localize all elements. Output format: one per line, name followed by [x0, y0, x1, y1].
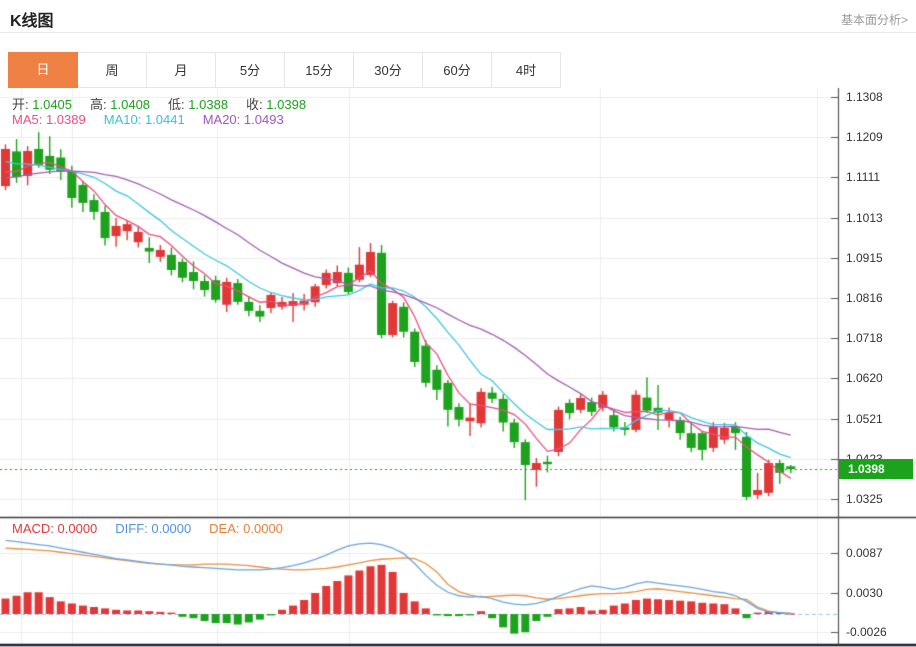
ma5-readout: MA5: 1.0389 — [12, 112, 86, 127]
kline-page: { "header": { "title": "K线图", "link": "基… — [0, 0, 916, 647]
macd-axis-tick-label: 0.0030 — [846, 585, 883, 601]
price-axis-tick-label: 1.1111 — [846, 169, 880, 185]
low-readout: 低: 1.0388 — [168, 94, 228, 113]
high-readout: 高: 1.0408 — [90, 94, 150, 113]
macd-readout: MACD: 0.0000 DIFF: 0.0000 DEA: 0.0000 — [12, 521, 283, 536]
ohlc-readout: 开: 1.0405 高: 1.0408 低: 1.0388 收: 1.0398 — [12, 94, 306, 113]
price-axis-tick-label: 1.1013 — [846, 210, 883, 226]
dea-value-readout: DEA: 0.0000 — [209, 521, 283, 536]
price-axis-tick-label: 1.0816 — [846, 290, 883, 306]
open-readout: 开: 1.0405 — [12, 94, 72, 113]
ma20-readout: MA20: 1.0493 — [203, 112, 284, 127]
last-price-badge: 1.0398 — [839, 459, 913, 479]
price-axis-tick-label: 1.0620 — [846, 370, 883, 386]
macd-value-readout: MACD: 0.0000 — [12, 521, 97, 536]
ma10-readout: MA10: 1.0441 — [104, 112, 185, 127]
diff-value-readout: DIFF: 0.0000 — [115, 521, 191, 536]
price-axis-tick-label: 1.0915 — [846, 250, 883, 266]
price-axis-tick-label: 1.1308 — [846, 89, 883, 105]
ma-readout: MA5: 1.0389 MA10: 1.0441 MA20: 1.0493 — [12, 112, 284, 127]
close-readout: 收: 1.0398 — [246, 94, 306, 113]
price-axis-tick-label: 1.0521 — [846, 411, 883, 427]
macd-axis-tick-label: -0.0026 — [846, 624, 887, 640]
price-axis-tick-label: 1.0325 — [846, 491, 883, 507]
price-axis-tick-label: 1.1209 — [846, 129, 883, 145]
price-axis-tick-label: 1.0718 — [846, 330, 883, 346]
macd-axis-tick-label: 0.0087 — [846, 545, 883, 561]
tab-day[interactable]: 日 — [8, 52, 78, 88]
